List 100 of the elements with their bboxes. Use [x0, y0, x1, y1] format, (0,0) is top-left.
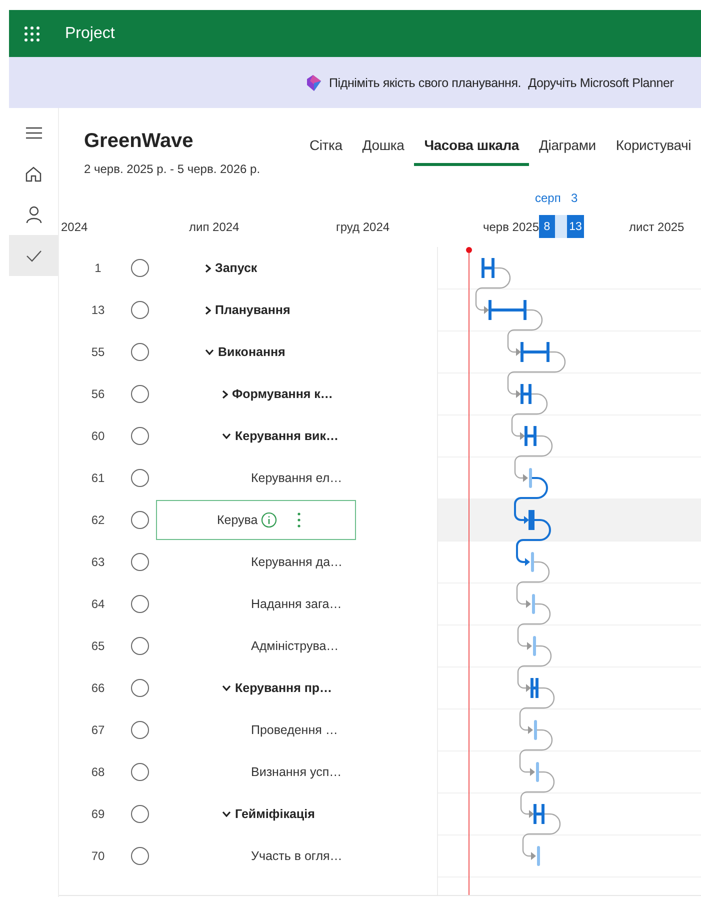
chevron-down-icon[interactable]	[222, 811, 231, 817]
task-checkbox[interactable]	[131, 301, 149, 319]
task-checkbox[interactable]	[131, 805, 149, 823]
task-checkbox[interactable]	[131, 385, 149, 403]
task-name: Керування да…	[251, 555, 343, 569]
task-checkbox[interactable]	[131, 595, 149, 613]
dependency-arrow	[522, 813, 561, 860]
task-name-cell[interactable]: Виконання	[156, 332, 356, 372]
row-number: 13	[90, 303, 106, 317]
task-name-cell[interactable]: Проведення …	[156, 710, 356, 750]
checkmark-icon	[26, 250, 42, 262]
task-checkbox[interactable]	[131, 553, 149, 571]
chevron-right-icon[interactable]	[205, 264, 211, 272]
task-name-cell[interactable]: Керування ел…	[156, 458, 356, 498]
range-start-handle[interactable]: 8	[539, 215, 555, 238]
task-name-field[interactable]: Керува	[156, 500, 356, 540]
dependency-arrow	[475, 267, 511, 314]
summary-bar[interactable]	[524, 424, 536, 448]
task-checkbox[interactable]	[131, 259, 149, 277]
chevron-down-icon[interactable]	[205, 349, 214, 355]
task-name: Виконання	[218, 345, 286, 359]
timeline-date-label: лист 2025	[629, 220, 684, 234]
view-tab[interactable]: Користувачі	[606, 137, 701, 166]
task-checkbox[interactable]	[131, 679, 149, 697]
task-name-cell[interactable]: Планування	[156, 290, 356, 330]
task-name: Адмініструва…	[251, 639, 339, 653]
row-number: 70	[90, 849, 106, 863]
task-name-cell[interactable]: Керування да…	[156, 542, 356, 582]
summary-bar[interactable]	[530, 676, 538, 700]
date-range-highlight	[555, 215, 567, 238]
task-name: Керування ел…	[251, 471, 342, 485]
summary-bar[interactable]	[534, 802, 544, 826]
summary-bar[interactable]	[520, 382, 532, 406]
task-name: Запуск	[215, 261, 258, 275]
planner-logo-icon	[304, 72, 324, 92]
row-number: 63	[90, 555, 106, 569]
task-checkbox[interactable]	[131, 511, 149, 529]
project-title: GreenWave	[84, 130, 194, 153]
task-checkbox[interactable]	[131, 721, 149, 739]
chevron-right-icon[interactable]	[222, 390, 228, 398]
app-name: Project	[65, 24, 115, 42]
task-name-cell[interactable]: Керування вик…	[156, 416, 356, 456]
task-name-cell[interactable]: Надання зага…	[156, 584, 356, 624]
task-name: Гейміфікація	[235, 807, 315, 821]
task-checkbox[interactable]	[131, 427, 149, 445]
task-checkbox[interactable]	[131, 763, 149, 781]
row-number: 68	[90, 765, 106, 779]
task-name-cell[interactable]: Участь в огля…	[156, 836, 356, 876]
app-launcher-icon[interactable]	[24, 26, 40, 42]
row-number: 64	[90, 597, 106, 611]
chevron-down-icon[interactable]	[222, 433, 231, 439]
chevron-down-icon[interactable]	[222, 685, 231, 691]
chevron-right-icon[interactable]	[205, 306, 211, 314]
dependency-arrow	[517, 645, 552, 692]
task-name-cell[interactable]: Формування к…	[156, 374, 356, 414]
row-number: 56	[90, 387, 106, 401]
banner-message: Підніміть якість свого планування.	[329, 76, 522, 90]
task-name-cell[interactable]: Гейміфікація	[156, 794, 356, 834]
task-checkbox[interactable]	[131, 343, 149, 361]
summary-bar[interactable]	[482, 256, 494, 280]
task-name: Визнання усп…	[251, 765, 342, 779]
dependency-arrow	[520, 771, 555, 818]
task-name-cell[interactable]: Запуск	[156, 248, 356, 288]
project-dates: 2 черв. 2025 р. - 5 черв. 2026 р.	[84, 162, 262, 176]
task-checkbox[interactable]	[131, 847, 149, 865]
timeline-date-label: груд 2024	[336, 220, 390, 234]
task-name: Проведення …	[251, 723, 338, 737]
more-options-icon[interactable]	[296, 512, 301, 528]
timeline-date-label: 2024	[61, 220, 88, 234]
task-checkbox[interactable]	[131, 637, 149, 655]
summary-bar[interactable]	[520, 340, 550, 364]
banner-link[interactable]: Доручіть Microsoft Planner	[528, 76, 674, 90]
row-number: 65	[90, 639, 106, 653]
view-tab[interactable]: Часова шкала	[414, 137, 529, 166]
dependency-arrow	[519, 687, 555, 734]
task-name-cell[interactable]: Керування пр…	[156, 668, 356, 708]
task-name: Керува	[217, 513, 258, 527]
row-number: 66	[90, 681, 106, 695]
task-name: Участь в огля…	[251, 849, 342, 863]
task-name: Формування к…	[232, 387, 333, 401]
summary-bar[interactable]	[488, 298, 526, 322]
view-tab[interactable]: Діаграми	[529, 137, 606, 166]
task-checkbox[interactable]	[131, 469, 149, 487]
summary-bar[interactable]	[528, 508, 534, 532]
menu-icon	[24, 126, 42, 138]
focus-day: 3	[571, 191, 578, 205]
dependency-arrow	[516, 561, 550, 608]
range-end-handle[interactable]: 13	[567, 215, 584, 238]
info-icon[interactable]	[260, 512, 277, 528]
view-tab[interactable]: Дошка	[352, 137, 414, 166]
task-name: Планування	[215, 303, 290, 317]
row-number: 60	[90, 429, 106, 443]
timeline-date-label: черв 2025	[483, 220, 540, 234]
task-name-cell[interactable]: Адмініструва…	[156, 626, 356, 666]
row-number: 69	[90, 807, 106, 821]
home-icon	[25, 166, 42, 182]
dependency-arrow	[516, 519, 551, 566]
row-number: 1	[94, 261, 102, 275]
task-name-cell[interactable]: Визнання усп…	[156, 752, 356, 792]
view-tab[interactable]: Сітка	[299, 137, 352, 166]
